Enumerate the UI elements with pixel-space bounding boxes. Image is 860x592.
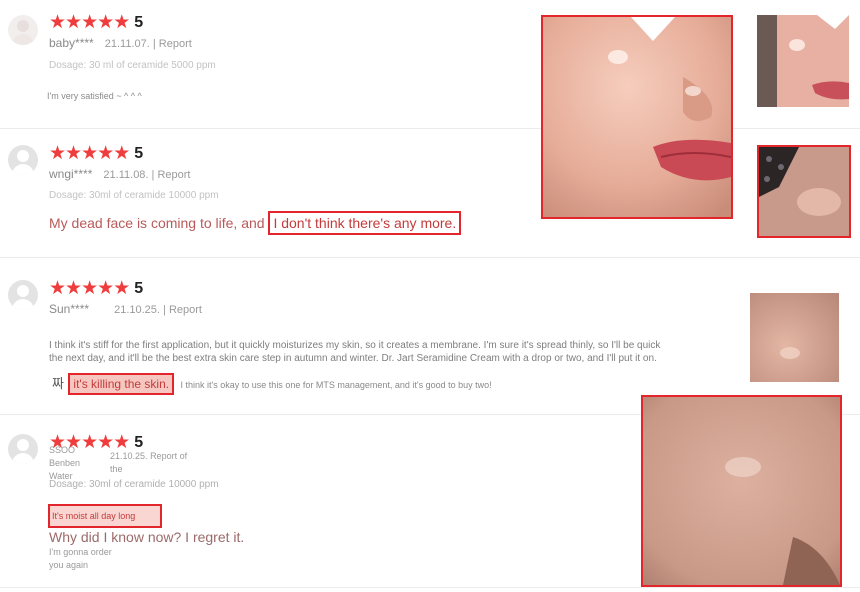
review-text-small: I'm gonna order you again bbox=[49, 547, 112, 570]
review-date: 21.10.25. Report of the bbox=[110, 451, 188, 474]
review-meta: baby**** 21.11.07. | Report bbox=[49, 36, 192, 50]
username: Sun**** bbox=[49, 302, 90, 316]
cheek-thumbnail-image bbox=[750, 293, 839, 382]
highlighted-phrase: It's moist all day long bbox=[48, 504, 162, 528]
star-icon: ★ bbox=[97, 143, 115, 164]
star-icon: ★ bbox=[49, 278, 67, 299]
review-text: I think it's stiff for the first applica… bbox=[49, 339, 729, 365]
review-highlight-line: 짜 it's killing the skin. I think it's ok… bbox=[52, 373, 492, 395]
review-photo-large[interactable] bbox=[641, 395, 842, 587]
star-icon: ★ bbox=[113, 278, 131, 299]
review-date: 21.10.25. bbox=[114, 304, 160, 316]
star-rating: ★ ★ ★ ★ ★ 5 bbox=[49, 13, 143, 32]
review-photo-thumb[interactable] bbox=[757, 145, 851, 238]
rating-score: 5 bbox=[134, 279, 144, 297]
star-icon: ★ bbox=[81, 278, 99, 299]
star-icon: ★ bbox=[49, 143, 67, 164]
report-link[interactable]: | Report bbox=[153, 38, 192, 50]
highlighted-phrase: it's killing the skin. bbox=[68, 373, 175, 395]
review-photo-thumb[interactable] bbox=[757, 15, 849, 107]
divider bbox=[0, 587, 860, 588]
report-link[interactable]: | Report bbox=[152, 169, 191, 181]
review-text-line: the next day, and it'll be the best extr… bbox=[49, 353, 657, 364]
review-text-after: I think it's okay to use this one for MT… bbox=[180, 380, 492, 390]
review-photo-thumb[interactable] bbox=[750, 293, 839, 382]
review-meta: wngi**** 21.11.08. | Report bbox=[49, 167, 190, 181]
dosage-option: Dosage: 30ml of ceramide 10000 ppm bbox=[49, 479, 219, 490]
username: SSOO Benben Water bbox=[49, 445, 81, 481]
face-thumbnail-image bbox=[757, 15, 849, 107]
avatar[interactable] bbox=[8, 280, 38, 310]
report-link[interactable]: Report of bbox=[150, 451, 187, 461]
star-icon: ★ bbox=[113, 12, 131, 33]
avatar[interactable] bbox=[8, 434, 38, 464]
rating-score: 5 bbox=[134, 144, 144, 162]
star-icon: ★ bbox=[81, 432, 99, 453]
dosage-option: Dosage: 30ml of ceramide 10000 ppm bbox=[49, 190, 219, 201]
username: wngi**** bbox=[49, 167, 93, 181]
review-text-main: My dead face is coming to life, and bbox=[49, 215, 265, 231]
review-date: 21.11.07. bbox=[104, 38, 150, 50]
review-date: 21.11.08. bbox=[103, 169, 149, 181]
review-meta: Sun**** 21.10.25. | Report bbox=[49, 302, 202, 316]
review-photo-large[interactable] bbox=[541, 15, 733, 219]
review-item: ★ ★ ★ ★ ★ 5 Sun**** 21.10.25. | Report I… bbox=[0, 258, 860, 414]
star-icon: ★ bbox=[65, 143, 83, 164]
star-icon: ★ bbox=[65, 278, 83, 299]
highlighted-phrase: I don't think there's any more. bbox=[268, 211, 462, 235]
dosage-option: Dosage: 30 ml of ceramide 5000 ppm bbox=[49, 60, 216, 71]
review-text: My dead face is coming to life, and I do… bbox=[49, 211, 462, 235]
prefix-char: 짜 bbox=[52, 376, 64, 391]
star-icon: ★ bbox=[81, 12, 99, 33]
star-icon: ★ bbox=[97, 278, 115, 299]
star-rating: ★ ★ ★ ★ ★ 5 bbox=[49, 279, 143, 298]
neck-thumbnail-image bbox=[759, 147, 849, 236]
star-icon: ★ bbox=[97, 12, 115, 33]
review-text-line: I think it's stiff for the first applica… bbox=[49, 340, 661, 351]
star-icon: ★ bbox=[49, 12, 67, 33]
avatar[interactable] bbox=[8, 15, 38, 45]
review-text-large: Why did I know now? I regret it. bbox=[49, 529, 245, 545]
avatar[interactable] bbox=[8, 145, 38, 175]
rating-score: 5 bbox=[134, 433, 144, 451]
rating-score: 5 bbox=[134, 13, 144, 31]
username: baby**** bbox=[49, 36, 94, 50]
face-closeup-image bbox=[543, 17, 731, 217]
star-icon: ★ bbox=[65, 12, 83, 33]
report-link[interactable]: | Report bbox=[163, 304, 202, 316]
star-rating: ★ ★ ★ ★ ★ 5 bbox=[49, 144, 143, 163]
cheek-closeup-image bbox=[643, 397, 840, 585]
review-text: I'm very satisfied ~ ^ ^ ^ bbox=[47, 91, 142, 101]
star-icon: ★ bbox=[81, 143, 99, 164]
star-icon: ★ bbox=[113, 143, 131, 164]
